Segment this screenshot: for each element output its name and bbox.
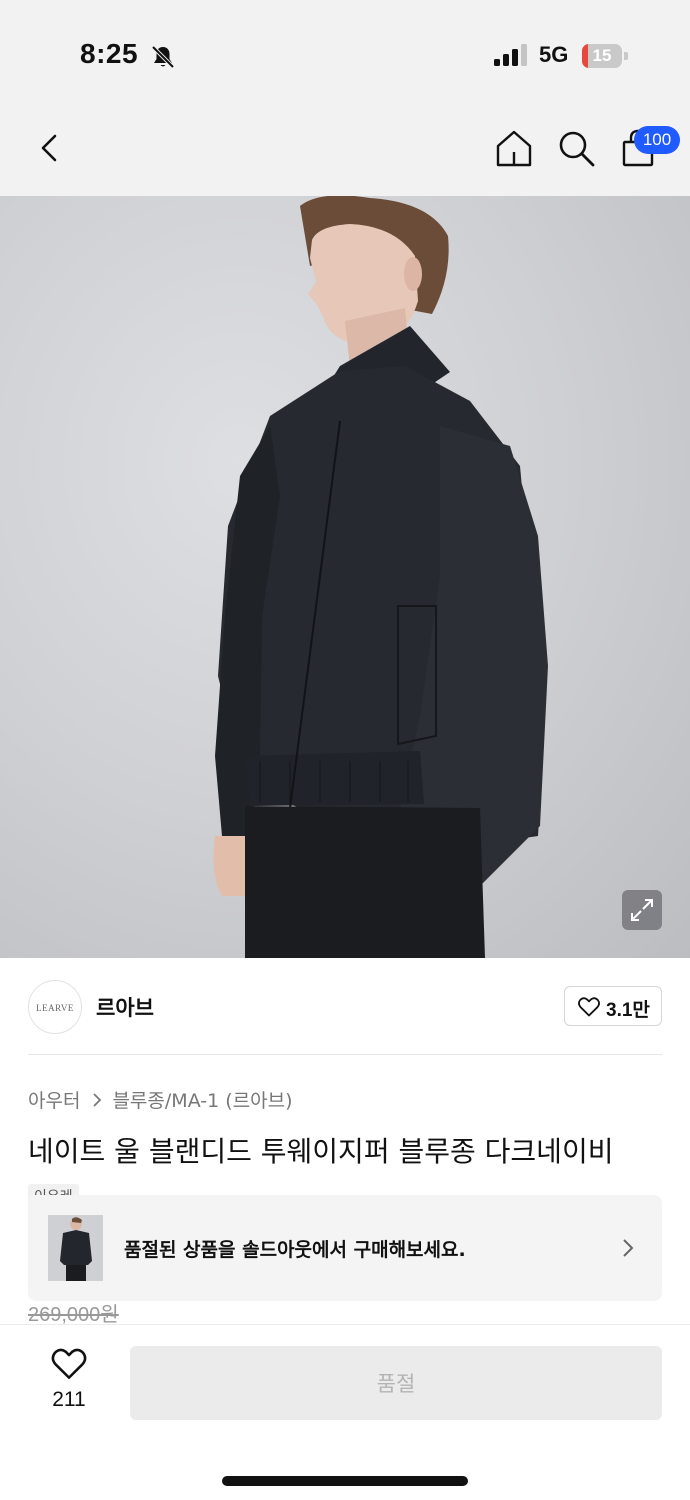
original-price: 269,000원	[28, 1304, 119, 1326]
soldout-thumbnail	[48, 1215, 103, 1281]
battery-level: 15	[592, 46, 612, 65]
home-indicator	[222, 1476, 468, 1486]
brand-logo[interactable]: LEARVE	[28, 980, 82, 1034]
status-time: 8:25	[80, 38, 139, 69]
chevron-right-icon	[93, 1092, 102, 1107]
bell-off-icon	[151, 45, 175, 69]
battery-icon: 15	[582, 44, 628, 68]
soldout-banner-text: 품절된 상품을 솔드아웃에서 구매해보세요.	[124, 1239, 466, 1261]
status-bar: 8:25 5G 15	[0, 0, 690, 100]
brand-name[interactable]: 르아브	[96, 992, 154, 1022]
expand-icon[interactable]	[622, 890, 662, 930]
nav-bar	[0, 100, 690, 196]
home-icon[interactable]	[494, 128, 534, 168]
soldout-banner[interactable]: 품절된 상품을 솔드아웃에서 구매해보세요.	[28, 1195, 662, 1301]
brand-like-count: 3.1만	[606, 1000, 650, 1021]
chevron-right-icon	[623, 1239, 634, 1257]
search-icon[interactable]	[556, 128, 596, 168]
divider	[28, 1054, 662, 1055]
wishlist-button[interactable]: 211	[38, 1346, 100, 1416]
breadcrumb-category[interactable]: 아우터	[28, 1086, 80, 1113]
network-type: 5G	[539, 42, 569, 67]
product-image[interactable]	[0, 196, 690, 958]
soldout-button[interactable]: 품절	[130, 1346, 662, 1420]
brand-like-button[interactable]: 3.1만	[564, 986, 662, 1026]
wishlist-count: 211	[52, 1388, 86, 1411]
heart-icon	[578, 997, 600, 1017]
breadcrumb: 아우터 블루종/MA-1 (르아브)	[28, 1086, 293, 1113]
signal-icon	[494, 44, 527, 66]
chevron-left-icon[interactable]	[30, 128, 70, 168]
heart-icon	[51, 1348, 87, 1379]
product-title: 네이트 울 블랜디드 투웨이지퍼 블루종 다크네이비	[28, 1135, 614, 1168]
cart-count-badge: 100	[634, 126, 680, 154]
breadcrumb-subcategory[interactable]: 블루종/MA-1 (르아브)	[112, 1086, 292, 1113]
